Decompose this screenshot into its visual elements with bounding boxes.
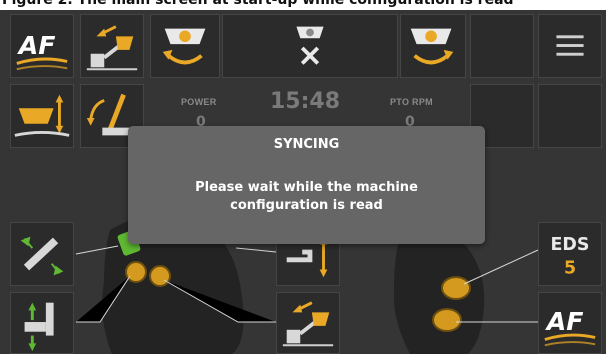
eds-value: 5 [564,258,576,278]
eds-icon: EDS 5 [551,235,590,278]
joystick-yellow-button-3 [441,276,471,300]
af-icon-bottom: AF [544,307,596,347]
mower-arm-up-icon-bottom [282,301,334,347]
dialog-message: Please wait while the machine configurat… [148,179,465,215]
float-diagonal-button[interactable] [10,222,74,286]
float-diagonal-icon [20,236,64,276]
syncing-dialog: SYNCING Please wait while the machine co… [128,126,485,244]
dialog-message-line-1: Please wait while the machine [195,180,418,195]
lift-lower-icon [24,302,54,352]
af-text-bottom: AF [545,307,584,336]
machine-display: Figure 2. The main screen at start-up wh… [0,0,606,354]
joystick-yellow-button-4 [432,308,462,332]
dialog-title: SYNCING [273,137,340,152]
eds-button[interactable]: EDS 5 [538,222,602,286]
af-button-bottom[interactable]: AF [538,292,602,354]
lift-lower-button[interactable] [10,292,74,354]
mower-lift-button-bottom[interactable] [276,292,340,354]
joystick-yellow-button-2 [149,265,171,287]
joystick-yellow-button-1 [125,261,147,283]
dialog-message-line-2: configuration is read [230,198,383,213]
eds-text: EDS [551,235,590,255]
